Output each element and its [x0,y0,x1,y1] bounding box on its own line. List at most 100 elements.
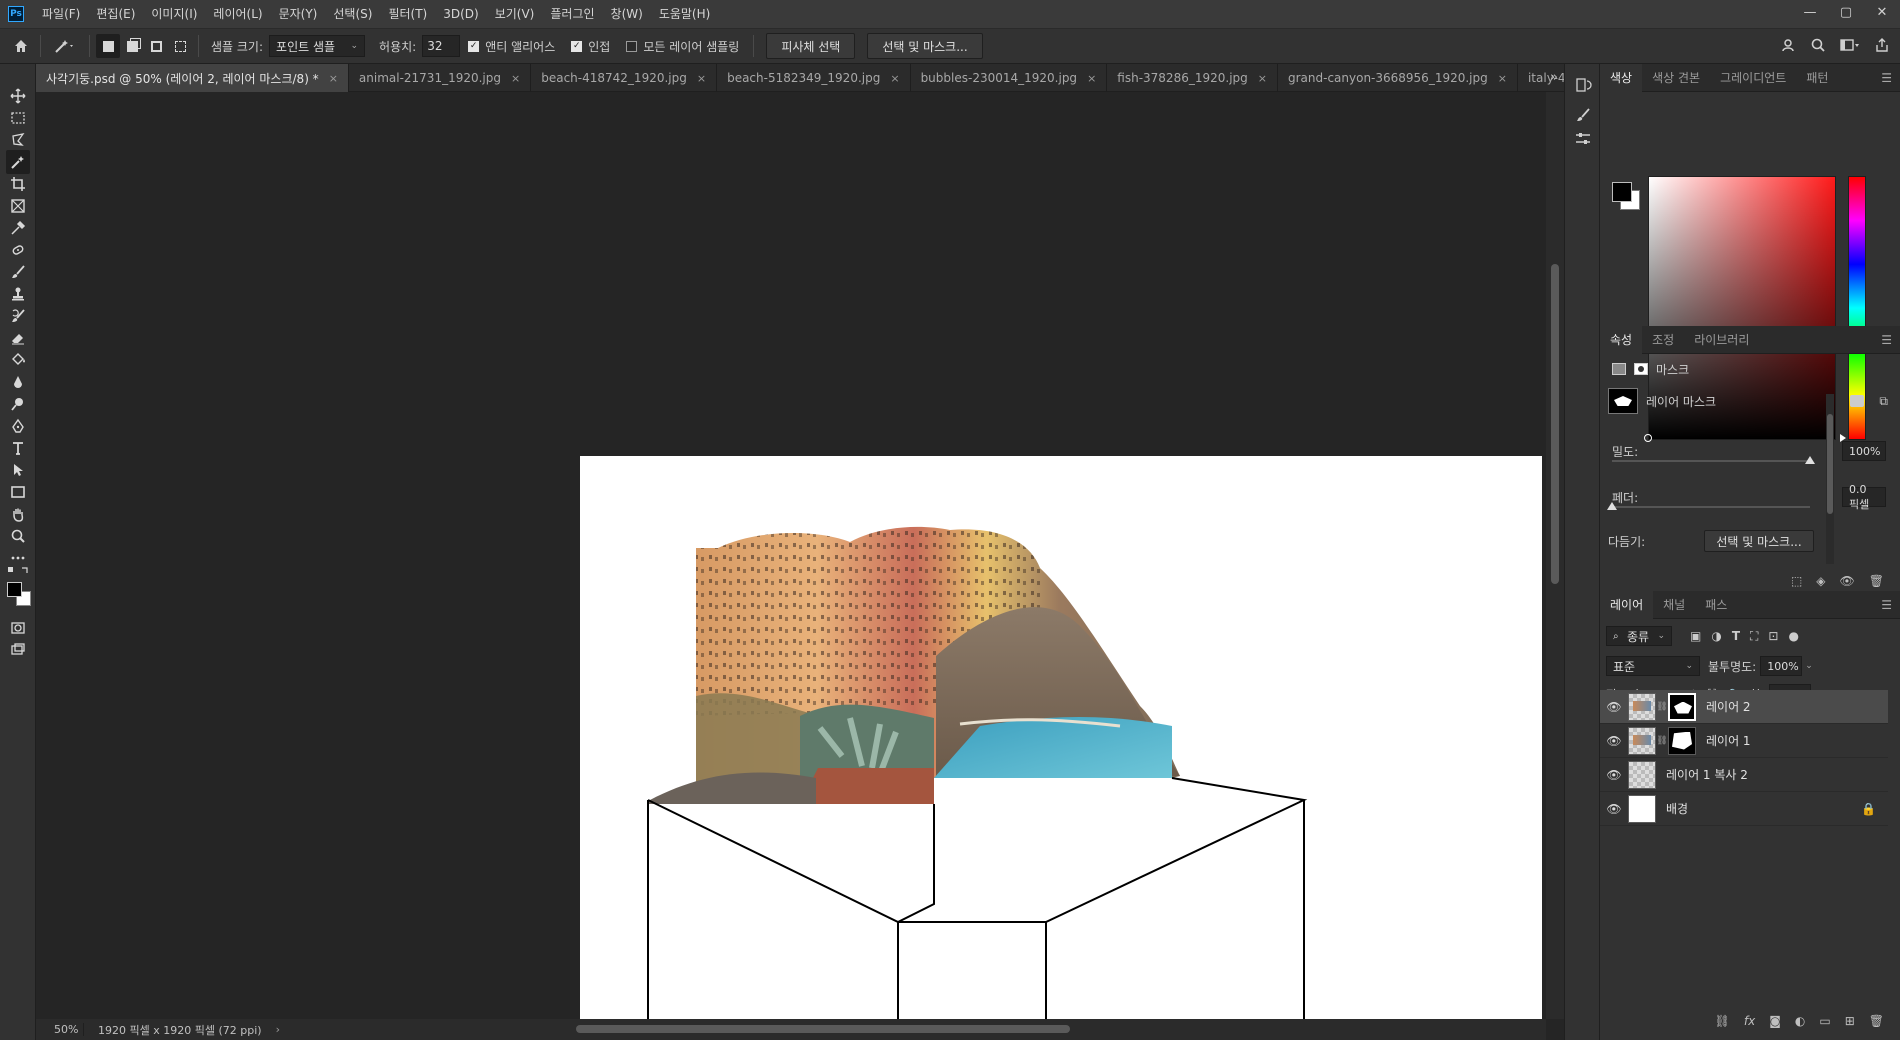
new-group-icon[interactable]: ▭ [1819,1014,1830,1028]
horizontal-scrollbar[interactable] [380,1019,1546,1040]
close-tab-icon[interactable]: × [697,72,706,85]
document-tab[interactable]: fish-378286_1920.jpg × [1107,64,1278,92]
clone-stamp-tool-icon[interactable] [6,282,30,306]
density-slider-track[interactable] [1612,460,1810,462]
foreground-color-swatch[interactable] [1612,182,1632,202]
vertical-scroll-thumb[interactable] [1551,264,1559,584]
vector-mask-icon[interactable] [1634,363,1648,375]
visibility-eye-icon[interactable]: 👁 [1600,700,1628,714]
type-tool-icon[interactable] [6,436,30,460]
layer-mask-thumbnail[interactable] [1668,692,1696,721]
more-tabs-icon[interactable]: » [1550,70,1558,85]
filter-toggle-icon[interactable]: ● [1788,629,1798,643]
color-panel-tab[interactable]: 패턴 [1796,64,1838,92]
new-layer-icon[interactable]: ⊞ [1845,1014,1855,1028]
brush-tool-icon[interactable] [6,260,30,284]
home-icon[interactable] [8,33,34,59]
subtract-selection-icon[interactable] [144,34,168,58]
visibility-toggle-icon[interactable]: 👁 [1840,574,1855,588]
contiguous-checkbox[interactable]: ✓ 인접 [571,38,610,55]
load-selection-icon[interactable]: ⬚ [1791,574,1802,588]
new-adjustment-layer-icon[interactable]: ◐ [1795,1014,1805,1028]
zoom-level[interactable]: 50% [36,1023,84,1036]
canvas-area[interactable] [36,92,1546,1019]
close-tab-icon[interactable]: × [511,72,520,85]
properties-panel-tab[interactable]: 라이브러리 [1684,326,1759,354]
feather-slider-track[interactable] [1612,506,1810,508]
frame-tool-icon[interactable] [6,194,30,218]
menu-item[interactable]: 창(W) [603,0,651,28]
eyedropper-tool-icon[interactable] [6,216,30,240]
layer-style-icon[interactable]: fx [1744,1014,1755,1028]
screen-mode-icon[interactable] [6,638,30,662]
apply-mask-icon[interactable]: ◈ [1816,574,1825,588]
layers-panel-tab[interactable]: 패스 [1695,591,1737,619]
close-tab-icon[interactable]: × [329,72,338,85]
minimize-button[interactable]: — [1792,0,1828,28]
blur-tool-icon[interactable] [6,370,30,394]
pixel-layer-filter-icon[interactable]: ▣ [1690,629,1701,643]
properties-scroll-thumb[interactable] [1827,414,1833,514]
adjustment-layer-filter-icon[interactable]: ◑ [1711,629,1721,643]
select-subject-button[interactable]: 피사체 선택 [766,33,856,59]
lasso-tool-icon[interactable] [6,128,30,152]
history-panel-icon[interactable] [1571,76,1595,100]
document-tab[interactable]: beach-5182349_1920.jpg × [717,64,911,92]
menu-item[interactable]: 필터(T) [380,0,435,28]
menu-item[interactable]: 이미지(I) [143,0,205,28]
menu-item[interactable]: 선택(S) [325,0,380,28]
add-mask-icon[interactable]: ◙ [1769,1014,1781,1028]
vertical-scrollbar[interactable] [1546,92,1564,1019]
layer-row[interactable]: 👁 레이어 1 복사 2 [1600,758,1888,792]
layers-panel-tab[interactable]: 레이어 [1600,590,1654,619]
visibility-eye-icon[interactable]: 👁 [1600,802,1628,816]
crop-tool-icon[interactable] [6,172,30,196]
layer-row[interactable]: 👁 ⛓ 레이어 1 [1600,724,1888,758]
properties-panel-tab[interactable]: 조정 [1642,326,1684,354]
refine-select-and-mask-button[interactable]: 선택 및 마스크... [1704,530,1814,552]
adjustments-icon[interactable] [1571,130,1595,154]
add-vector-mask-icon[interactable]: ⧉ [1879,394,1888,409]
properties-panel-tab[interactable]: 속성 [1600,325,1643,354]
menu-item[interactable]: 3D(D) [435,0,486,28]
move-tool-icon[interactable] [6,84,30,108]
eraser-tool-icon[interactable] [6,326,30,350]
shape-layer-filter-icon[interactable]: ⛶ [1750,629,1758,644]
color-panel-tab[interactable]: 그레이디언트 [1710,64,1796,92]
panel-menu-icon[interactable]: ☰ [1881,71,1892,85]
sample-all-layers-checkbox[interactable]: 모든 레이어 샘플링 [626,38,739,55]
foreground-color-swatch[interactable] [7,582,22,597]
menu-item[interactable]: 보기(V) [487,0,543,28]
color-panel-tab[interactable]: 색상 견본 [1642,64,1710,92]
visibility-eye-icon[interactable]: 👁 [1600,734,1628,748]
anti-alias-checkbox[interactable]: ✓ 앤티 앨리어스 [468,38,555,55]
close-tab-icon[interactable]: × [1087,72,1096,85]
close-window-button[interactable]: ✕ [1864,0,1900,28]
menu-item[interactable]: 플러그인 [542,0,602,28]
close-tab-icon[interactable]: × [1258,72,1267,85]
opacity-input[interactable]: 100% [1760,656,1803,676]
select-pixel-mask-icon[interactable] [1850,395,1864,407]
document-canvas[interactable] [580,456,1542,1019]
swap-colors-icon[interactable] [6,564,30,578]
marquee-tool-icon[interactable] [6,106,30,130]
color-swatches[interactable] [7,582,33,608]
healing-brush-tool-icon[interactable] [6,238,30,262]
density-slider-knob[interactable] [1805,456,1815,464]
document-tab[interactable]: animal-21731_1920.jpg × [349,64,532,92]
rectangle-tool-icon[interactable] [6,480,30,504]
document-tab[interactable]: 사각기둥.psd @ 50% (레이어 2, 레이어 마스크/8) * × [36,64,349,92]
menu-item[interactable]: 레이어(L) [205,0,270,28]
paint-bucket-tool-icon[interactable] [6,348,30,372]
path-selection-tool-icon[interactable] [6,458,30,482]
workspace-icon[interactable] [1840,37,1860,57]
density-input[interactable]: 100% [1842,441,1886,461]
layer-row[interactable]: 👁 배경 🔒 [1600,792,1888,826]
document-tab[interactable]: beach-418742_1920.jpg × [531,64,718,92]
sample-size-select[interactable]: 포인트 샘플 ⌄ [269,35,366,57]
menu-item[interactable]: 도움말(H) [651,0,719,28]
blend-mode-select[interactable]: 표준 ⌄ [1606,656,1700,676]
properties-scrollbar[interactable] [1826,394,1834,564]
menu-item[interactable]: 편집(E) [88,0,143,28]
search-icon[interactable] [1810,37,1826,57]
